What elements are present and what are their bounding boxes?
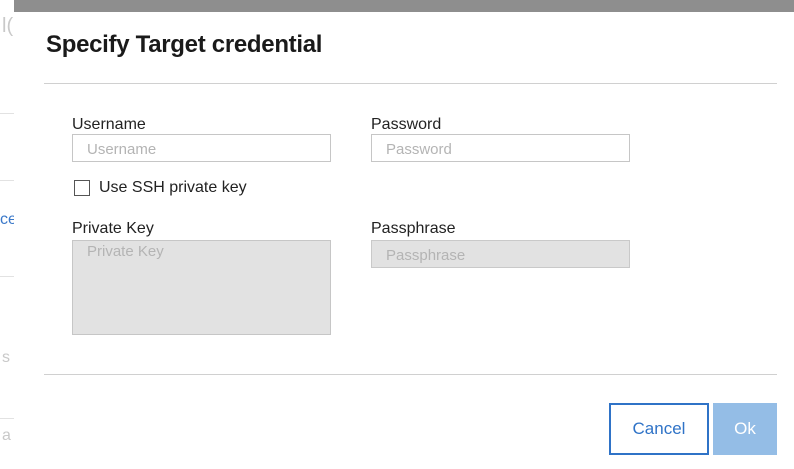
background-text-fragment: a: [2, 427, 11, 444]
username-label: Username: [72, 116, 146, 133]
password-label: Password: [371, 116, 442, 133]
background-text-fragment: s: [2, 349, 10, 366]
background-text-fragment: l(: [2, 15, 14, 37]
cancel-button[interactable]: Cancel: [609, 403, 709, 455]
use-ssh-key-label: Use SSH private key: [99, 179, 247, 196]
background-link-fragment: ce: [0, 211, 14, 228]
dialog-title: Specify Target credential: [46, 31, 323, 58]
private-key-textarea[interactable]: [72, 240, 331, 335]
footer-divider: [44, 374, 777, 375]
background-divider: [0, 113, 14, 114]
passphrase-input[interactable]: [371, 240, 630, 268]
password-input[interactable]: [371, 134, 630, 162]
header-divider: [44, 83, 777, 84]
ok-button[interactable]: Ok: [713, 403, 777, 455]
background-page: l( ce s a: [0, 0, 14, 469]
passphrase-label: Passphrase: [371, 220, 456, 237]
username-input[interactable]: [72, 134, 331, 162]
use-ssh-key-checkbox[interactable]: [74, 180, 90, 196]
private-key-label: Private Key: [72, 220, 154, 237]
background-divider: [0, 276, 14, 277]
credential-dialog: Specify Target credential Username Passw…: [14, 12, 794, 469]
background-divider: [0, 418, 14, 419]
use-ssh-key-checkbox-row[interactable]: Use SSH private key: [74, 177, 247, 199]
background-divider: [0, 180, 14, 181]
